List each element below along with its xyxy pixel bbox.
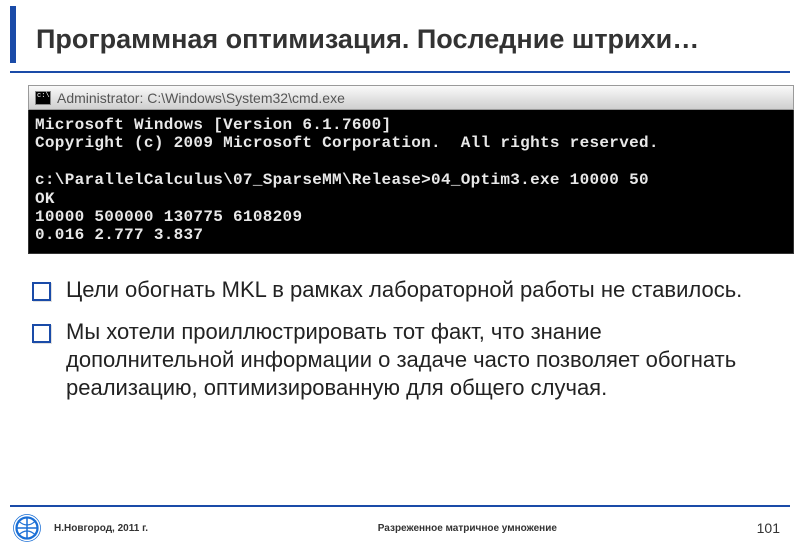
console-line: c:\ParallelCalculus\07_SparseMM\Release>… (35, 171, 649, 189)
footer-subject: Разреженное матричное умножение (378, 523, 557, 534)
footer-divider (10, 505, 790, 507)
bullet-item: Цели обогнать MKL в рамках лабораторной … (30, 276, 764, 304)
console-title-text: Administrator: C:\Windows\System32\cmd.e… (57, 90, 345, 106)
console-line: Microsoft Windows [Version 6.1.7600] (35, 116, 391, 134)
cmd-icon (35, 91, 51, 105)
slide-footer: Н.Новгород, 2011 г. Разреженное матрично… (0, 505, 800, 545)
console-titlebar: Administrator: C:\Windows\System32\cmd.e… (28, 85, 794, 110)
footer-location: Н.Новгород, 2011 г. (54, 523, 148, 534)
title-divider (10, 71, 790, 73)
console-output: Microsoft Windows [Version 6.1.7600] Cop… (28, 110, 794, 254)
slide-title: Программная оптимизация. Последние штрих… (36, 24, 770, 55)
bullet-list: Цели обогнать MKL в рамках лабораторной … (30, 276, 764, 403)
bullet-item: Мы хотели проиллюстрировать тот факт, чт… (30, 318, 764, 402)
console-line: 10000 500000 130775 6108209 (35, 208, 302, 226)
console-line: Copyright (c) 2009 Microsoft Corporation… (35, 134, 659, 152)
slide-title-area: Программная оптимизация. Последние штрих… (10, 6, 790, 63)
console-line: OK (35, 190, 55, 208)
console-line: 0.016 2.777 3.837 (35, 226, 203, 244)
university-logo-icon (12, 513, 42, 543)
footer-page-number: 101 (757, 520, 780, 536)
body-content: Цели обогнать MKL в рамках лабораторной … (30, 276, 764, 403)
console-window: Administrator: C:\Windows\System32\cmd.e… (28, 85, 794, 254)
